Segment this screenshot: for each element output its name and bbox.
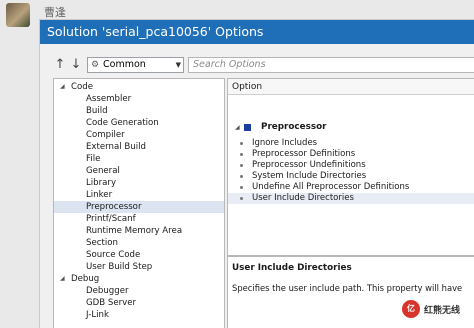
property-row[interactable]: Undefine All Preprocessor Definitions — [228, 182, 474, 193]
tree-item-label: Compiler — [86, 130, 125, 140]
property-label: Preprocessor Undefinitions — [252, 160, 366, 170]
tree-item-label: J-Link — [86, 310, 109, 320]
tree-item-label: Linker — [86, 190, 113, 200]
tree-item-label: Runtime Memory Area — [86, 226, 183, 236]
description-text: Specifies the user include path. This pr… — [232, 283, 463, 293]
arrow-down-icon[interactable]: ↓ — [69, 57, 83, 73]
tree-item[interactable]: File — [54, 153, 224, 165]
tree-item[interactable]: Compiler — [54, 129, 224, 141]
tree-item-label: User Build Step — [86, 262, 153, 272]
tree-item-label: Code — [71, 82, 94, 92]
option-column-header[interactable]: Option — [228, 79, 474, 95]
configuration-value: Common — [103, 59, 146, 70]
tree-item-label: External Build — [86, 142, 146, 152]
tree-item-label: Debugger — [86, 286, 129, 296]
property-row[interactable]: User Include Directories — [228, 193, 474, 204]
arrow-up-icon[interactable]: ↑ — [53, 57, 67, 73]
tree-category[interactable]: ◢ Debug — [54, 273, 224, 285]
property-label: User Include Directories — [252, 193, 354, 203]
tree-item[interactable]: J-Link — [54, 309, 224, 321]
tree-item-label: Preprocessor — [86, 202, 142, 212]
bullet-icon — [240, 175, 243, 178]
tree-item-label: Debug — [71, 274, 100, 284]
section-icon — [244, 124, 251, 131]
sender-name: 曹逢 — [44, 6, 66, 19]
tree-item[interactable]: Code Generation — [54, 117, 224, 129]
configuration-select[interactable]: ⚙ Common ▼ — [87, 57, 184, 73]
property-label: System Include Directories — [252, 171, 367, 181]
tree-item[interactable]: General — [54, 165, 224, 177]
properties-grid: Option ◢ Preprocessor Ignore Includes Pre… — [227, 78, 474, 256]
tree-item[interactable]: Source Code — [54, 249, 224, 261]
property-row[interactable]: Preprocessor Undefinitions — [228, 160, 474, 171]
property-row[interactable]: System Include Directories — [228, 171, 474, 182]
tree-item-label: General — [86, 166, 120, 176]
tree-item[interactable]: Printf/Scanf — [54, 213, 224, 225]
bullet-icon — [240, 142, 243, 145]
tree-item-label: Code Generation — [86, 118, 159, 128]
window-title: Solution 'serial_pca10056' Options — [40, 20, 474, 44]
property-row[interactable]: Ignore Includes — [228, 138, 474, 149]
description-title: User Include Directories — [232, 263, 352, 273]
collapse-triangle-icon[interactable]: ◢ — [235, 121, 240, 134]
tree-item[interactable]: Assembler — [54, 93, 224, 105]
section-label: Preprocessor — [261, 122, 327, 132]
property-row[interactable]: Preprocessor Definitions — [228, 149, 474, 160]
tree-category[interactable]: ◢ Code — [54, 81, 224, 93]
tree-item[interactable]: GDB Server — [54, 297, 224, 309]
expand-triangle-icon[interactable]: ◢ — [60, 81, 65, 93]
tree-item-label: GDB Server — [86, 298, 137, 308]
property-label: Ignore Includes — [252, 138, 318, 148]
expand-triangle-icon[interactable]: ◢ — [60, 273, 65, 285]
bullet-icon — [240, 164, 243, 167]
tree-item[interactable]: User Build Step — [54, 261, 224, 273]
gear-icon: ⚙ — [91, 60, 100, 70]
tree-item[interactable]: External Build — [54, 141, 224, 153]
chevron-down-icon: ▼ — [175, 61, 181, 69]
bullet-icon — [240, 186, 243, 189]
tree-item-label: Source Code — [86, 250, 141, 260]
watermark: 亿 红熊无线 — [402, 300, 472, 322]
bullet-icon — [240, 153, 243, 156]
option-category-tree: ◢ Code Assembler Build Code Generation Compil… — [53, 78, 225, 328]
watermark-logo: 亿 — [402, 300, 420, 318]
tree-item[interactable]: Preprocessor — [54, 201, 224, 213]
tree-item[interactable]: Library — [54, 177, 224, 189]
options-dialog: Solution 'serial_pca10056' Options ↑ ↓ ⚙… — [39, 19, 474, 328]
tree-item-label: Section — [86, 238, 118, 248]
tree-item-label: Assembler — [86, 94, 132, 104]
tree-item[interactable]: Linker — [54, 189, 224, 201]
toolbar: ↑ ↓ ⚙ Common ▼ Search Options — [40, 55, 474, 77]
bullet-icon — [240, 197, 243, 200]
tree-item[interactable]: Section — [54, 237, 224, 249]
property-label: Preprocessor Definitions — [252, 149, 356, 159]
property-label: Undefine All Preprocessor Definitions — [252, 182, 410, 192]
avatar[interactable] — [6, 3, 30, 27]
tree-item[interactable]: Build — [54, 105, 224, 117]
tree-item-label: Build — [86, 106, 108, 116]
tree-item[interactable]: Debugger — [54, 285, 224, 297]
property-section-preprocessor[interactable]: ◢ Preprocessor — [228, 121, 474, 134]
tree-item-label: File — [86, 154, 101, 164]
watermark-text: 红熊无线 — [424, 306, 461, 316]
tree-item-label: Library — [86, 178, 117, 188]
search-input[interactable]: Search Options — [188, 57, 474, 73]
tree-item[interactable]: Runtime Memory Area — [54, 225, 224, 237]
tree-item-label: Printf/Scanf — [86, 214, 136, 224]
